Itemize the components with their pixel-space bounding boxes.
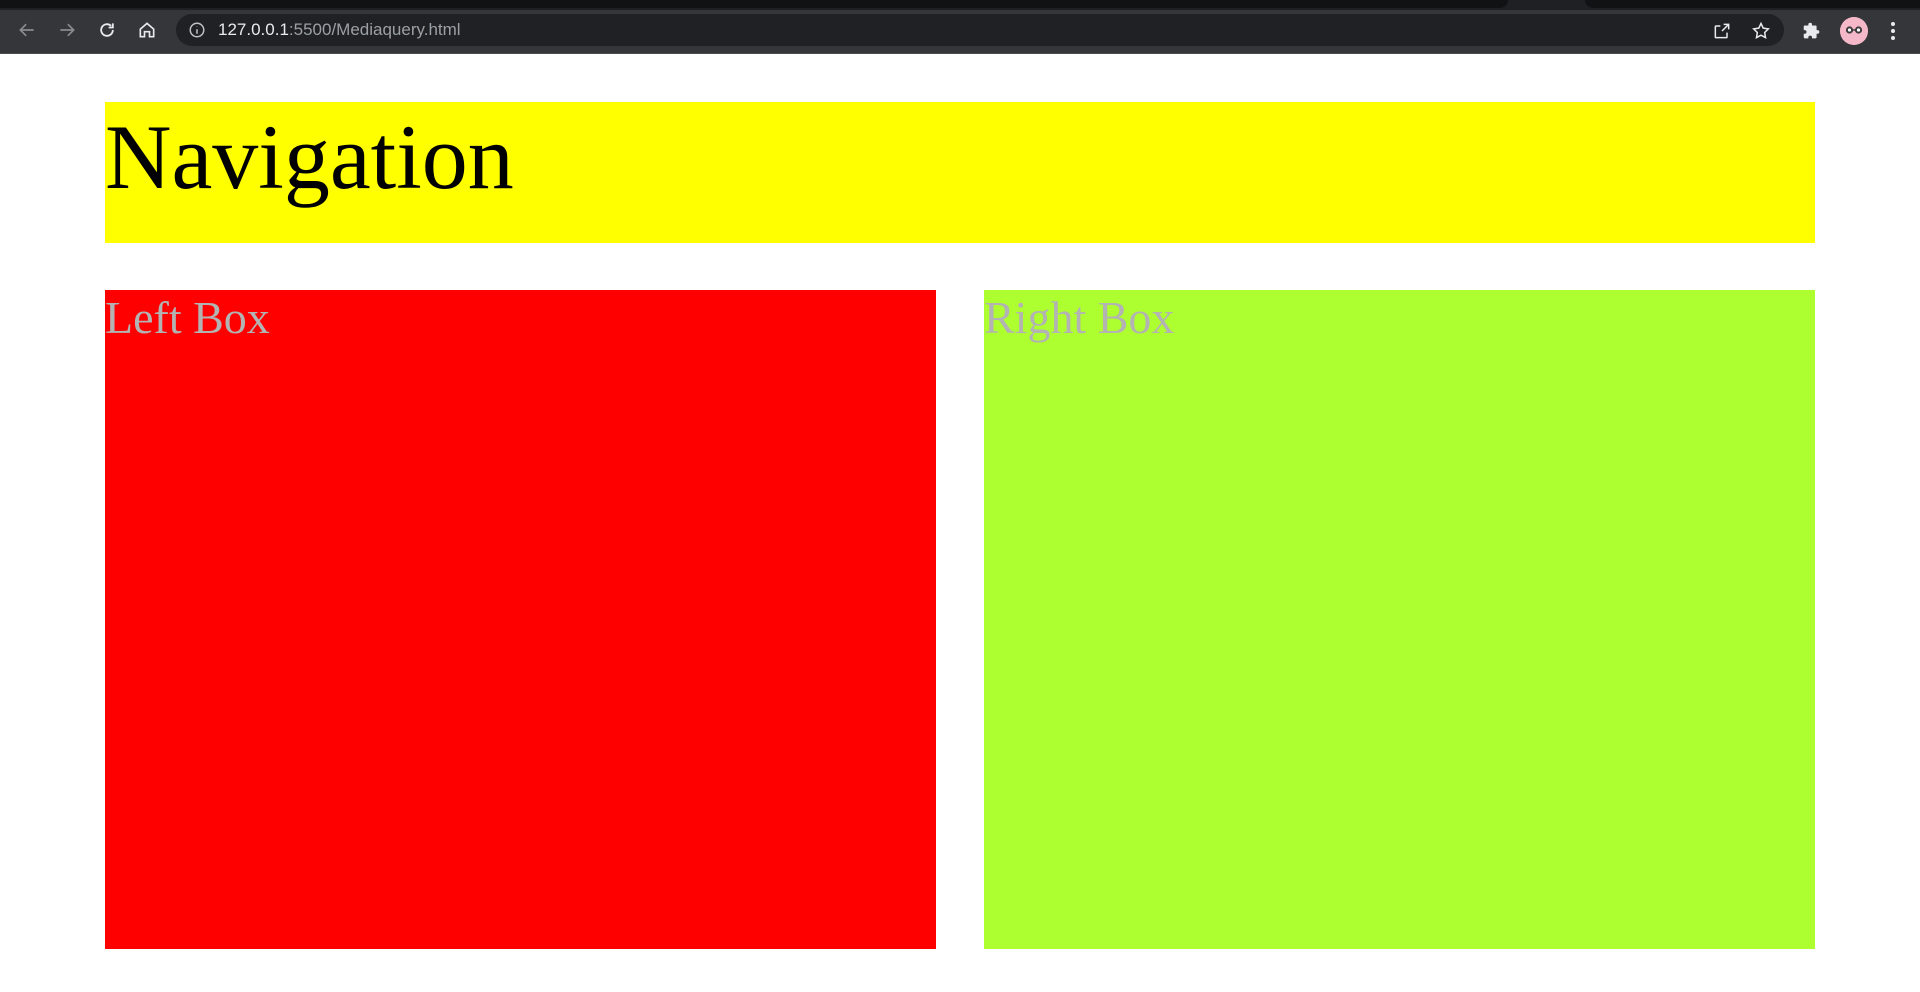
address-bar[interactable]: 127.0.0.1:5500/Mediaquery.html [176, 14, 1784, 46]
bookmark-button[interactable] [1751, 21, 1771, 41]
arrow-left-icon [19, 23, 34, 37]
back-button[interactable] [13, 16, 41, 44]
right-box: Right Box [984, 290, 1815, 949]
menu-button[interactable] [1882, 20, 1896, 42]
forward-button[interactable] [53, 16, 81, 44]
reload-icon [100, 23, 114, 37]
browser-toolbar: 127.0.0.1:5500/Mediaquery.html [0, 10, 1920, 54]
page-viewport: Navigation Left Box Right Box [0, 55, 1920, 992]
navigation-heading: Navigation [105, 106, 514, 208]
share-button[interactable] [1712, 21, 1732, 41]
right-box-label: Right Box [984, 292, 1175, 343]
home-icon [139, 22, 155, 38]
url-host: 127.0.0.1 [218, 20, 289, 39]
info-icon[interactable] [188, 21, 206, 39]
star-icon [1752, 21, 1770, 39]
left-box: Left Box [105, 290, 936, 949]
arrow-right-icon [60, 23, 75, 37]
share-icon [1714, 23, 1730, 39]
profile-avatar[interactable] [1840, 17, 1868, 45]
url-text[interactable]: 127.0.0.1:5500/Mediaquery.html [218, 14, 461, 46]
puzzle-icon [1803, 22, 1820, 39]
avatar-face-icon [1840, 17, 1868, 45]
tab-strip [0, 0, 1920, 10]
left-box-label: Left Box [105, 292, 270, 343]
tab-bar-right [1585, 0, 1920, 8]
home-button[interactable] [133, 16, 161, 44]
extensions-button[interactable] [1801, 20, 1823, 42]
url-path: :5500/Mediaquery.html [288, 20, 461, 39]
navigation-banner: Navigation [105, 102, 1815, 243]
more-vert-icon [1891, 22, 1895, 40]
reload-button[interactable] [93, 16, 121, 44]
tab-bar-left [0, 0, 1508, 8]
